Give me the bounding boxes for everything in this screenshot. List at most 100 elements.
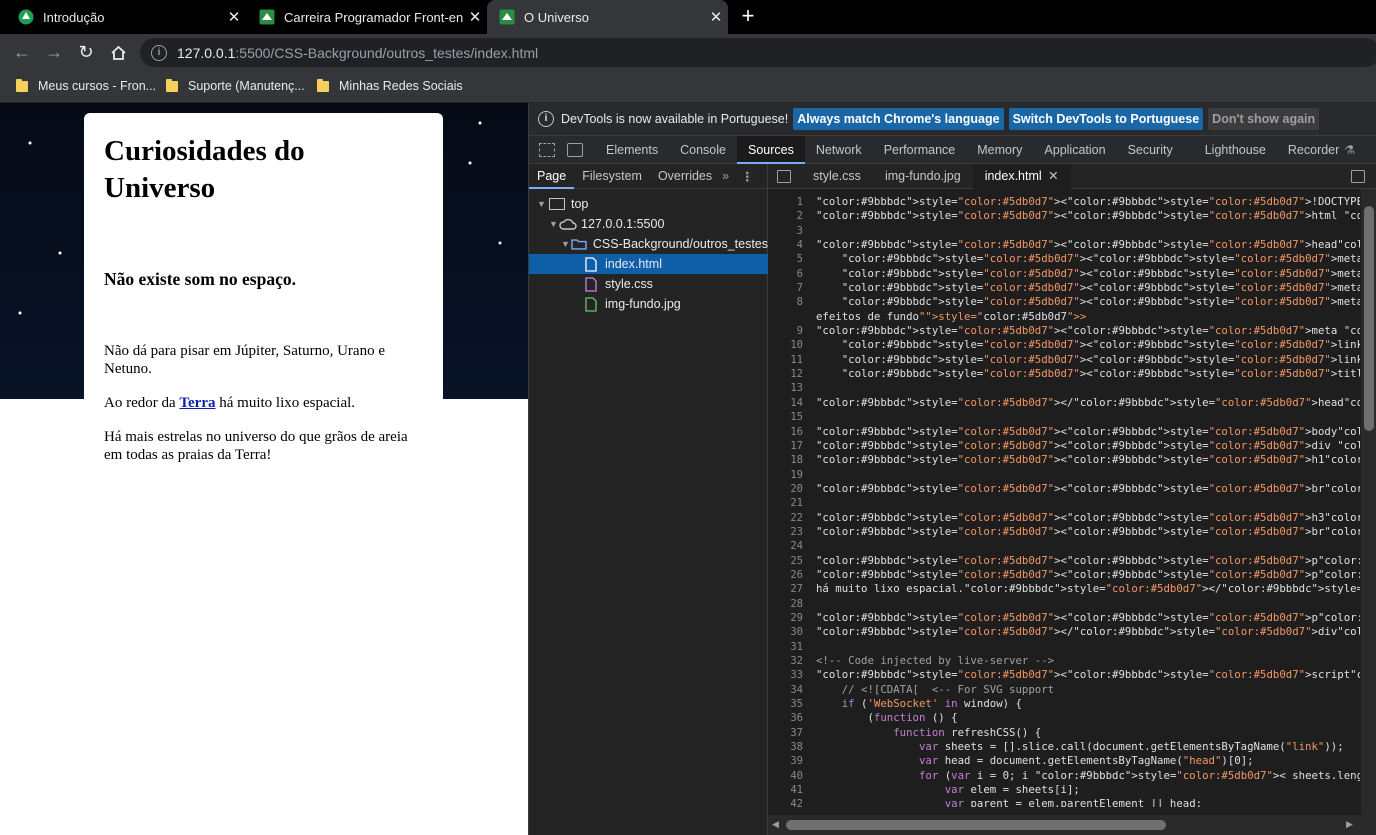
vertical-scrollbar[interactable] — [1361, 189, 1376, 815]
close-icon[interactable]: ✕ — [1048, 169, 1058, 183]
code-line: for (var i = 0; i "color:#9bbbdc">style=… — [918, 768, 1360, 782]
tab-console[interactable]: Console — [669, 136, 737, 164]
terra-link[interactable]: Terra — [179, 395, 215, 411]
forward-button[interactable]: → — [39, 34, 69, 71]
bookmark-redes-sociais[interactable]: Minhas Redes Sociais — [317, 71, 463, 101]
line-number-gutter: 1 2 3 4 5 6 7 8 9 10 11 12 13 14 15 16 17 18 19 20 21 22 23 24 2… — [768, 195, 807, 807]
tree-item-host[interactable]: ▼ 127.0.0.1:5500 — [529, 214, 768, 234]
tab-network[interactable]: Network — [805, 136, 873, 164]
tree-label: 127.0.0.1:5500 — [581, 217, 665, 231]
line-number — [768, 310, 807, 324]
device-toolbar-icon[interactable] — [567, 142, 583, 157]
browser-tab-carreira[interactable]: Carreira Programador Front-end ✕ — [241, 0, 487, 34]
nav-tab-overrides[interactable]: Overrides — [650, 164, 720, 189]
address-bar[interactable]: i 127.0.0.1:5500/CSS-Background/outros_t… — [140, 38, 1376, 67]
paragraph-2-text-end: há muito lixo espacial. — [215, 395, 356, 411]
more-tabs-icon[interactable]: » — [722, 169, 729, 183]
always-match-language-button[interactable]: Always match Chrome's language — [793, 108, 1004, 130]
new-tab-button[interactable]: + — [737, 5, 759, 29]
line-number: 8 — [796, 296, 803, 309]
bookmark-label: Minhas Redes Sociais — [339, 79, 463, 93]
reload-button[interactable]: ↻ — [71, 34, 101, 71]
kebab-menu-icon[interactable]: ⋮ — [741, 169, 754, 184]
line-number: 38 — [790, 741, 803, 754]
editor-tabs: style.css img-fundo.jpg index.html ✕ — [768, 163, 1376, 189]
editor-tab-index-html[interactable]: index.html ✕ — [972, 163, 1071, 189]
editor-tab-img-fundo[interactable]: img-fundo.jpg — [873, 164, 973, 189]
browser-tab-introducao[interactable]: Introdução ✕ — [0, 0, 246, 34]
code-line: var sheets = [].slice.call(document.getE… — [918, 740, 1344, 754]
close-icon[interactable]: ✕ — [704, 8, 728, 26]
code-content[interactable]: "color:#9bbbdc">style="color:#5db0d7"><"… — [816, 195, 1360, 807]
frame-icon — [549, 198, 565, 210]
nav-tab-filesystem[interactable]: Filesystem — [574, 164, 650, 189]
editor-tab-style-css[interactable]: style.css — [801, 164, 873, 189]
devtools-panel: i DevTools is now available in Portugues… — [528, 103, 1376, 835]
tree-item-style-css[interactable]: style.css — [529, 274, 768, 294]
line-number: 7 — [796, 282, 803, 295]
sources-navigator: Page Filesystem Overrides » ⋮ ▼ top ▼ 12… — [529, 164, 768, 835]
expand-arrow-icon: ▼ — [549, 219, 558, 229]
tab-title: Carreira Programador Front-end — [284, 9, 463, 25]
tab-recorder[interactable]: Recorder — [1277, 136, 1350, 164]
devtools-language-infobar: i DevTools is now available in Portugues… — [529, 103, 1376, 136]
code-line: efeitos de fundo"">style="color:#5db0d7"… — [816, 309, 1087, 323]
code-line: "color:#9bbbdc">style="color:#5db0d7"><"… — [841, 252, 1360, 266]
tree-item-index-html[interactable]: index.html — [529, 254, 768, 274]
tree-item-folder[interactable]: ▼ CSS-Background/outros_testes — [529, 234, 768, 254]
close-icon[interactable]: ✕ — [463, 8, 487, 26]
paragraph-1: Não dá para pisar em Júpiter, Saturno, U… — [104, 343, 385, 377]
line-number: 3 — [796, 224, 803, 237]
scroll-right-arrow-icon[interactable]: ▶ — [1346, 819, 1353, 830]
tab-memory[interactable]: Memory — [966, 136, 1033, 164]
folder-icon — [16, 78, 28, 92]
switch-to-portuguese-button[interactable]: Switch DevTools to Portuguese — [1008, 108, 1204, 130]
tree-item-img-fundo[interactable]: img-fundo.jpg — [529, 294, 768, 314]
browser-tab-o-universo[interactable]: O Universo ✕ — [487, 0, 728, 34]
bookmark-meus-cursos[interactable]: Meus cursos - Fron... — [16, 71, 156, 101]
scroll-left-arrow-icon[interactable]: ◀ — [772, 819, 779, 830]
tab-favicon-icon — [259, 9, 275, 25]
code-line: "color:#9bbbdc">style="color:#5db0d7"><"… — [816, 524, 1360, 538]
code-line: <!-- Code injected by live-server --> — [816, 654, 1055, 667]
line-number: 17 — [790, 439, 803, 452]
toggle-debugger-icon[interactable] — [1351, 170, 1365, 183]
horizontal-scrollbar[interactable]: ◀ ▶ — [768, 815, 1376, 835]
bookmark-suporte[interactable]: Suporte (Manutenç... — [166, 71, 305, 101]
tab-security[interactable]: Security — [1117, 136, 1184, 164]
tree-item-top[interactable]: ▼ top — [529, 194, 768, 214]
back-button[interactable]: ← — [7, 34, 37, 71]
code-line: "color:#9bbbdc">style="color:#5db0d7"><"… — [816, 453, 1360, 467]
nav-tab-page[interactable]: Page — [529, 164, 575, 189]
tab-lighthouse[interactable]: Lighthouse — [1194, 136, 1277, 164]
line-number: 29 — [790, 611, 803, 624]
dont-show-again-button[interactable]: Don't show again — [1208, 108, 1320, 130]
tab-elements[interactable]: Elements — [595, 136, 669, 164]
line-number: 5 — [796, 253, 803, 266]
code-line: há muito lixo espacial."color:#9bbbdc">s… — [816, 582, 1360, 596]
code-line: "color:#9bbbdc">style="color:#5db0d7"><"… — [816, 553, 1360, 567]
info-icon[interactable]: i — [151, 44, 167, 61]
code-line: "color:#9bbbdc">style="color:#5db0d7"><"… — [816, 238, 1360, 252]
line-number: 32 — [790, 655, 803, 667]
home-button[interactable] — [103, 34, 133, 71]
code-line: "color:#9bbbdc">style="color:#5db0d7"><"… — [841, 367, 1360, 381]
tab-strip: Introdução ✕ Carreira Programador Front-… — [0, 0, 1376, 34]
tab-sources[interactable]: Sources — [736, 135, 805, 164]
line-number: 9 — [796, 325, 803, 338]
horizontal-scroll-thumb[interactable] — [786, 820, 1166, 830]
file-image-icon — [585, 296, 597, 312]
paragraph-3: Há mais estrelas no universo do que grão… — [104, 429, 408, 463]
folder-icon — [317, 78, 329, 92]
flask-icon: ⚗ — [1344, 142, 1356, 157]
tab-performance[interactable]: Performance — [873, 136, 967, 164]
tab-application[interactable]: Application — [1033, 136, 1116, 164]
line-number: 25 — [790, 554, 803, 567]
toggle-navigator-icon[interactable] — [777, 169, 791, 183]
vertical-scroll-thumb[interactable] — [1364, 206, 1374, 431]
inspect-element-icon[interactable] — [539, 142, 555, 157]
